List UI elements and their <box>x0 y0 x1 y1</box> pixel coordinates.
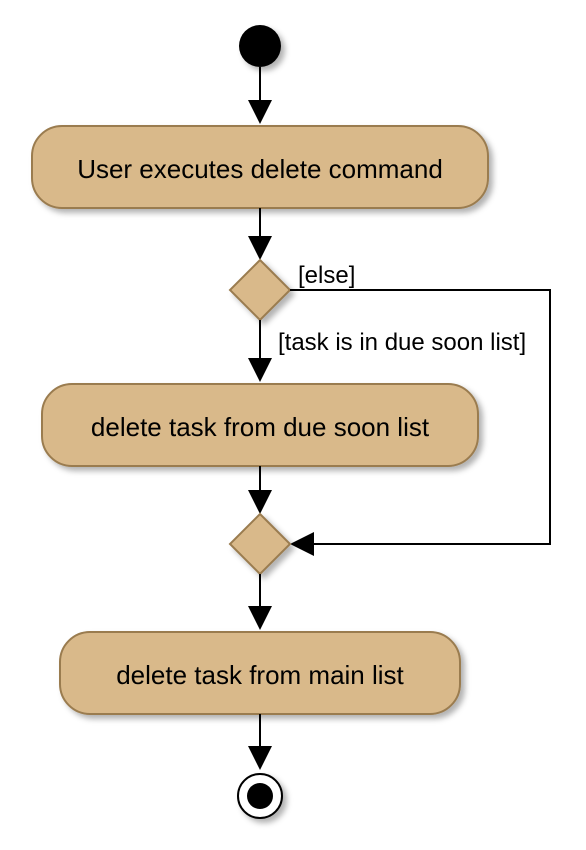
guard-else: [else] <box>298 262 355 289</box>
decision-node <box>230 260 290 320</box>
end-node-dot <box>247 783 273 809</box>
start-node <box>239 25 281 67</box>
activity-label: User executes delete command <box>77 154 443 184</box>
guard-duesoon: [task is in due soon list] <box>278 329 526 356</box>
activity-diagram: User executes delete command [else] [tas… <box>0 0 586 850</box>
merge-node <box>230 514 290 574</box>
activity-label: delete task from due soon list <box>91 412 430 442</box>
activity-label: delete task from main list <box>116 660 404 690</box>
